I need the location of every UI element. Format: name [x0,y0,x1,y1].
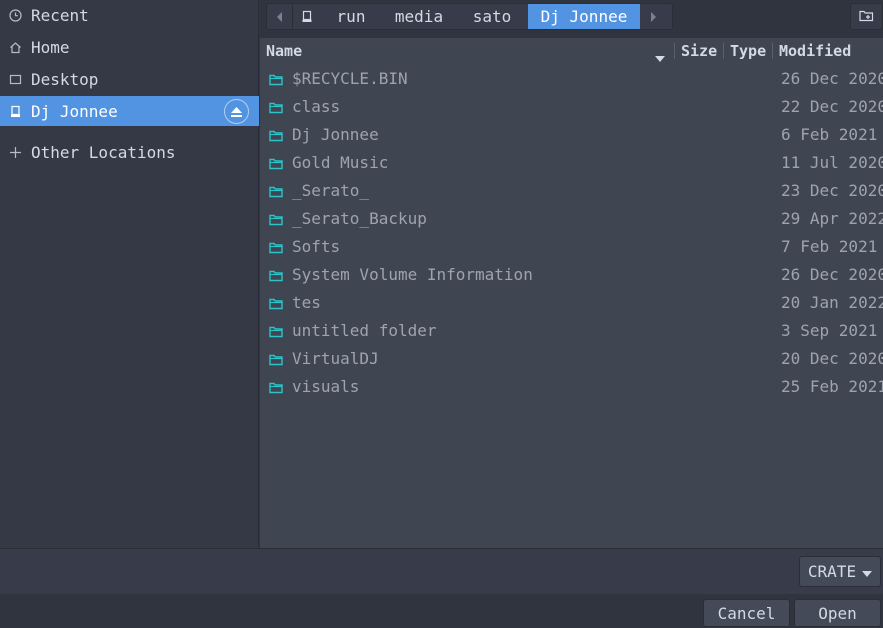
file-name: $RECYCLE.BIN [292,69,408,88]
file-modified: 29 Apr 2022 [781,209,883,228]
file-name: class [292,97,341,116]
file-row[interactable]: VirtualDJ 20 Dec 2020 [260,345,883,373]
drive-icon [8,104,22,118]
file-list: Name Size Type Modified $RECYCLE.BIN 26 D… [260,38,883,548]
file-modified: 20 Dec 2020 [781,349,883,368]
filter-bar: CRATE [0,548,883,594]
cancel-button[interactable]: Cancel [703,599,790,627]
header-bar: run media sato Dj Jonnee [260,0,883,34]
folder-icon [269,379,283,398]
sidebar-item-label: Home [31,37,70,57]
sidebar-item-label: Other Locations [31,142,176,162]
file-name: Dj Jonnee [292,125,379,144]
file-name: untitled folder [292,321,437,340]
path-crumb-media[interactable]: media [382,4,456,29]
folder-icon [269,267,283,286]
file-row[interactable]: visuals 25 Feb 2021 [260,373,883,401]
chevron-right-icon[interactable] [640,4,665,29]
file-modified: 3 Sep 2021 [781,321,878,340]
file-row[interactable]: class 22 Dec 2020 [260,93,883,121]
file-name: Softs [292,237,341,256]
home-icon [8,40,22,54]
sidebar-item-home[interactable]: Home [0,32,259,62]
places-sidebar: Recent Home Desktop Dj Jonnee Other Loca… [0,0,259,548]
file-row[interactable]: Dj Jonnee 6 Feb 2021 [260,121,883,149]
file-name: _Serato_Backup [292,209,427,228]
drive-icon[interactable] [292,4,320,29]
file-type-filter-dropdown[interactable]: CRATE [799,556,881,587]
file-row[interactable]: untitled folder 3 Sep 2021 [260,317,883,345]
folder-icon [269,155,283,174]
file-name: visuals [292,377,360,396]
file-row[interactable]: _Serato_ 23 Dec 2020 [260,177,883,205]
file-name: _Serato_ [292,181,370,200]
file-modified: 22 Dec 2020 [781,97,883,116]
column-size-header[interactable]: Size [681,42,717,60]
file-modified: 26 Dec 2020 [781,69,883,88]
file-row[interactable]: $RECYCLE.BIN 26 Dec 2020 [260,65,883,93]
folder-icon [269,323,283,342]
sort-down-icon [655,48,665,66]
eject-icon[interactable] [224,99,249,124]
file-row[interactable]: tes 20 Jan 2022 [260,289,883,317]
plus-icon [8,145,22,159]
file-name: Gold Music [292,153,389,172]
file-modified: 26 Dec 2020 [781,265,883,284]
folder-icon [269,295,283,314]
folder-icon [269,99,283,118]
file-row[interactable]: _Serato_Backup 29 Apr 2022 [260,205,883,233]
path-crumb-sato[interactable]: sato [456,4,528,29]
path-crumb-run[interactable]: run [320,4,382,29]
file-name: System Volume Information [292,265,533,284]
path-crumb-dj-jonnee[interactable]: Dj Jonnee [528,4,640,29]
file-modified: 25 Feb 2021 [781,377,883,396]
folder-icon [269,127,283,146]
path-bar: run media sato Dj Jonnee [266,3,673,30]
filter-label: CRATE [807,562,857,581]
file-modified: 7 Feb 2021 [781,237,878,256]
desktop-icon [8,72,22,86]
column-name-header[interactable]: Name [266,42,302,60]
folder-icon [269,71,283,90]
file-row[interactable]: Softs 7 Feb 2021 [260,233,883,261]
folder-icon [269,239,283,258]
file-modified: 6 Feb 2021 [781,125,878,144]
clock-icon [8,8,22,22]
sidebar-item-other-locations[interactable]: Other Locations [0,137,259,167]
new-folder-button[interactable] [850,3,883,30]
column-type-header[interactable]: Type [730,42,766,60]
sidebar-item-desktop[interactable]: Desktop [0,64,259,94]
sidebar-item-label: Dj Jonnee [31,101,118,121]
sidebar-item-label: Desktop [31,69,99,89]
sidebar-item-label: Recent [31,5,89,25]
new-folder-icon [859,7,874,26]
sidebar-item-recent[interactable]: Recent [0,0,259,30]
file-row[interactable]: System Volume Information 26 Dec 2020 [260,261,883,289]
chevron-left-icon[interactable] [267,4,292,29]
chevron-down-icon [862,562,873,581]
open-button[interactable]: Open [794,599,881,627]
folder-icon [269,351,283,370]
file-name: tes [292,293,321,312]
action-bar: Cancel Open [0,594,883,628]
column-modified-header[interactable]: Modified [779,42,851,60]
file-name: VirtualDJ [292,349,379,368]
file-modified: 23 Dec 2020 [781,181,883,200]
file-modified: 11 Jul 2020 [781,153,883,172]
column-header: Name Size Type Modified [260,38,883,64]
folder-icon [269,211,283,230]
folder-icon [269,183,283,202]
file-modified: 20 Jan 2022 [781,293,883,312]
sidebar-item-dj-jonnee[interactable]: Dj Jonnee [0,96,259,126]
file-row[interactable]: Gold Music 11 Jul 2020 [260,149,883,177]
